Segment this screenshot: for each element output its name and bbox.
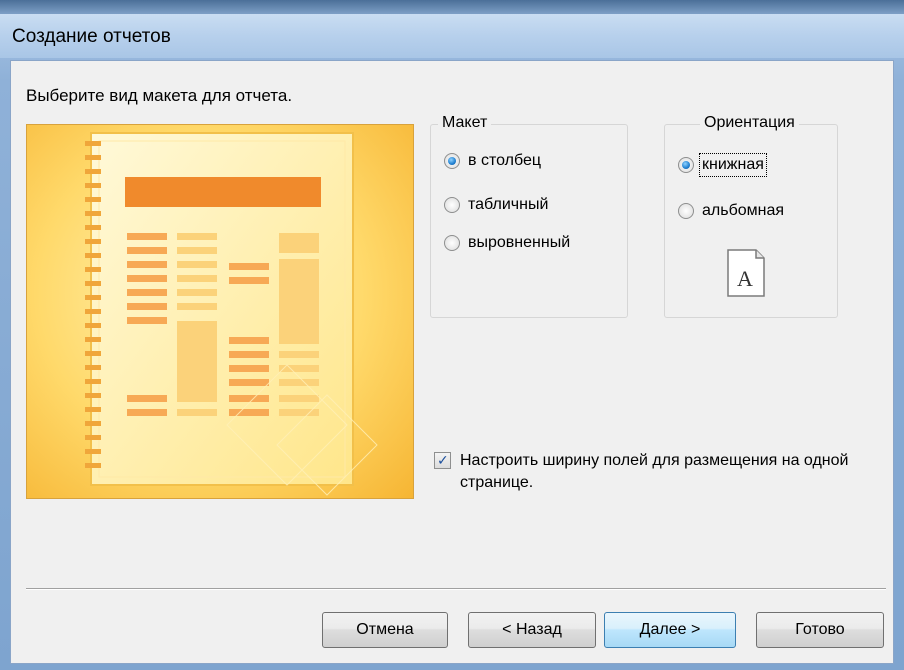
next-button[interactable]: Далее > bbox=[604, 612, 736, 648]
cancel-button[interactable]: Отмена bbox=[322, 612, 448, 648]
checkmark-icon: ✓ bbox=[437, 452, 449, 468]
orientation-legend: Ориентация bbox=[700, 114, 799, 132]
preview-title-bar bbox=[125, 177, 321, 207]
layout-option-justified-label: выровненный bbox=[468, 234, 571, 251]
layout-option-justified[interactable]: выровненный bbox=[444, 234, 570, 252]
layout-preview bbox=[26, 124, 414, 499]
layout-option-columnar[interactable]: в столбец bbox=[444, 152, 541, 170]
fit-width-checkbox[interactable]: ✓ bbox=[434, 452, 451, 469]
layout-option-tabular-label: табличный bbox=[468, 196, 549, 213]
portrait-page-icon: A bbox=[726, 248, 766, 298]
button-separator bbox=[26, 588, 886, 590]
fit-width-label[interactable]: Настроить ширину полей для размещения на… bbox=[460, 450, 870, 494]
orientation-option-landscape-label: альбомная bbox=[702, 202, 785, 219]
orientation-option-landscape[interactable]: альбомная bbox=[678, 202, 784, 220]
radio-button[interactable] bbox=[444, 235, 460, 251]
orientation-option-portrait-label: книжная bbox=[699, 153, 767, 177]
finish-button[interactable]: Готово bbox=[756, 612, 884, 648]
radio-button[interactable] bbox=[444, 197, 460, 213]
taskbar-strip bbox=[0, 0, 904, 14]
wizard-window: Создание отчетов Выберите вид макета для… bbox=[0, 0, 904, 670]
layout-preview-illustration bbox=[85, 132, 378, 496]
layout-option-tabular[interactable]: табличный bbox=[444, 196, 548, 214]
radio-button-checked[interactable] bbox=[444, 153, 460, 169]
wizard-prompt: Выберите вид макета для отчета. bbox=[26, 86, 293, 105]
back-button[interactable]: < Назад bbox=[468, 612, 596, 648]
page-icon-letter: A bbox=[737, 266, 753, 291]
layout-option-columnar-label: в столбец bbox=[468, 152, 542, 169]
layout-legend: Макет bbox=[438, 114, 492, 132]
orientation-option-portrait[interactable]: книжная bbox=[678, 153, 767, 177]
radio-button[interactable] bbox=[678, 203, 694, 219]
window-title: Создание отчетов bbox=[12, 26, 171, 47]
radio-button-checked[interactable] bbox=[678, 157, 694, 173]
